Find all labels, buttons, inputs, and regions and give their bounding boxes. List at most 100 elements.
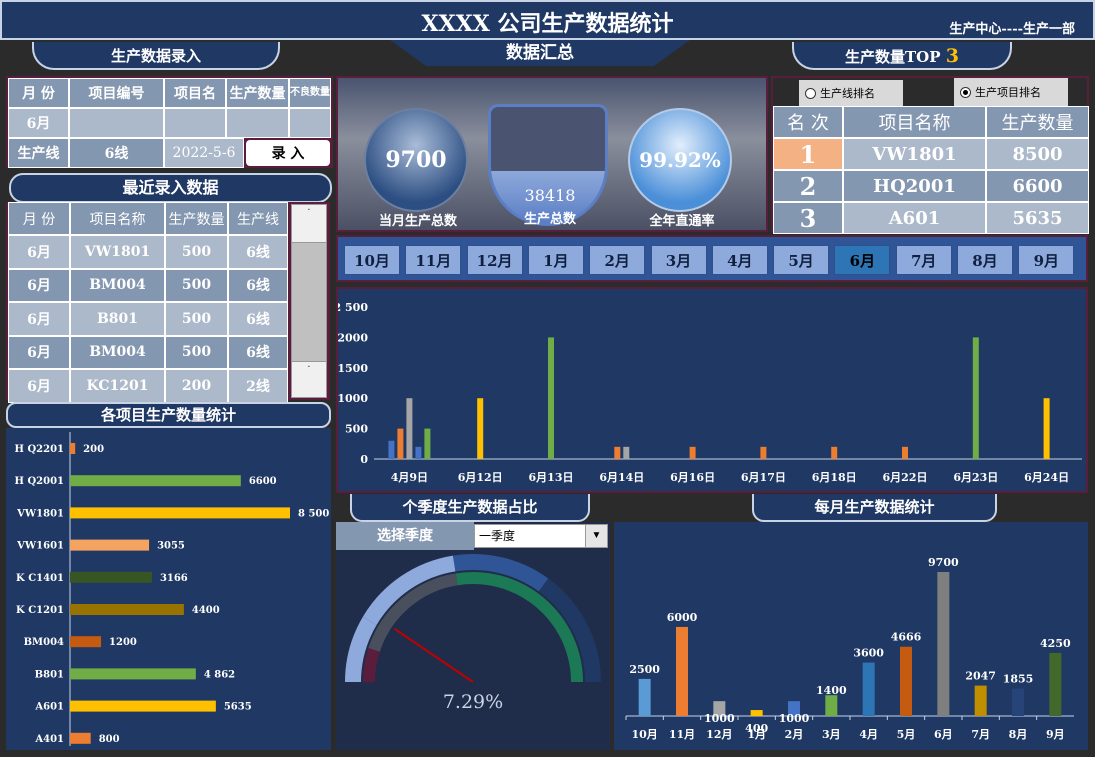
monthly-title: 每月生产数据统计 (752, 494, 997, 522)
category-label: VW1801 (16, 508, 64, 519)
y-tick-label: 500 (345, 423, 368, 436)
scroll-up-button[interactable]: · (292, 205, 326, 243)
x-tick-label: 6月18日 (812, 471, 857, 484)
entry-header-code: 项目编号 (69, 78, 164, 108)
recent-cell: KC1201 (70, 369, 165, 403)
value-label: 1200 (109, 637, 137, 648)
category-label: H Q2201 (15, 444, 64, 455)
value-label: 1855 (1003, 672, 1034, 685)
daily-bar (1043, 398, 1050, 459)
value-label: 800 (99, 734, 120, 745)
project-bar (70, 732, 91, 744)
project-bar-chart: H Q2201 200 H Q2001 6600 VW1801 8 500 VW1601 30… (15, 432, 329, 746)
top-header-name: 项目名称 (843, 106, 986, 138)
monthly-bar-chart: 250010月600011月100012月 4001月10002月14003月36… (625, 556, 1074, 741)
category-label: K C1401 (16, 573, 64, 584)
quarter-select-value: 一季度 (479, 529, 516, 543)
daily-bar (415, 446, 422, 459)
month-button-5[interactable]: 2月 (589, 245, 646, 275)
radio-dot-project[interactable] (960, 86, 971, 98)
month-button-10[interactable]: 7月 (895, 245, 952, 275)
daily-bar (424, 428, 431, 459)
tab-top3[interactable]: 生产数量TOP 3 (792, 42, 1012, 70)
radio-line-ranking[interactable]: 生产线排名 (799, 80, 903, 106)
recent-cell: 6线 (228, 235, 288, 269)
month-button-6[interactable]: 3月 (650, 245, 707, 275)
month-button-7[interactable]: 4月 (711, 245, 768, 275)
value-label: 3600 (853, 647, 884, 660)
entry-header-qty: 生产数量 (226, 78, 289, 108)
monthly-total-label: 当月生产总数 (378, 214, 457, 229)
daily-bar (388, 440, 395, 459)
entry-qty-field[interactable] (226, 108, 289, 138)
quarter-select[interactable]: 一季度 ▼ (474, 524, 608, 548)
top-cell: 5635 (986, 202, 1089, 234)
month-button-3[interactable]: 12月 (466, 245, 523, 275)
project-bar (70, 636, 102, 648)
recent-scrollbar[interactable]: · · (291, 204, 327, 398)
x-tick-label: 6月12日 (458, 471, 503, 484)
monthly-bar (638, 678, 651, 716)
entry-header-month: 月 份 (8, 78, 69, 108)
x-tick-label: 4月 (859, 728, 878, 741)
daily-bar (397, 428, 404, 459)
category-label: B801 (35, 669, 64, 680)
x-tick-label: 6月17日 (741, 471, 786, 484)
tab-summary[interactable]: 数据汇总 (390, 40, 690, 66)
recent-title-box: 最近录入数据 (9, 173, 332, 203)
daily-bar (972, 337, 979, 459)
value-label: 4666 (891, 631, 922, 644)
entry-defect-field[interactable] (289, 108, 331, 138)
month-button-2[interactable]: 11月 (405, 245, 462, 275)
monthly-bar (1049, 652, 1062, 716)
quarter-title: 个季度生产数据占比 (350, 494, 590, 522)
recent-header-line: 生产线 (228, 202, 288, 235)
daily-bar (477, 398, 484, 459)
radio-dot-line[interactable] (805, 87, 816, 99)
daily-bar (406, 398, 413, 459)
entry-header-name: 项目名 (164, 78, 226, 108)
x-tick-label: 6月22日 (883, 471, 928, 484)
month-button-8[interactable]: 5月 (773, 245, 830, 275)
recent-cell: 500 (165, 302, 228, 336)
top-header-qty: 生产数量 (986, 106, 1089, 138)
month-button-4[interactable]: 1月 (527, 245, 584, 275)
chevron-down-icon[interactable]: ▼ (585, 525, 607, 547)
radio-project-ranking[interactable]: 生产项目排名 (954, 78, 1068, 106)
value-label: 4400 (192, 605, 220, 616)
quarter-panel: 选择季度 一季度 ▼ 7.29% (336, 522, 610, 750)
category-label: A601 (34, 702, 64, 713)
month-button-1[interactable]: 10月 (344, 245, 400, 275)
y-tick-label: 2000 (338, 331, 368, 344)
quarter-gauge: 7.29% (345, 554, 601, 713)
month-button-12[interactable]: 9月 (1018, 245, 1075, 275)
entry-name-field[interactable] (164, 108, 226, 138)
month-button-11[interactable]: 8月 (957, 245, 1013, 275)
total-value: 38418 (524, 186, 576, 205)
recent-cell: BM004 (70, 335, 165, 369)
tab-data-entry[interactable]: 生产数据录入 (32, 42, 280, 70)
entry-line-field[interactable]: 6线 (69, 138, 164, 168)
scroll-down-button[interactable]: · (292, 361, 326, 397)
page-title: XXXX 公司生产数据统计 (421, 11, 674, 37)
total-label: 生产总数 (523, 212, 576, 227)
y-tick-label: 0 (360, 453, 368, 466)
value-label: 4 862 (204, 669, 235, 680)
entry-date-field[interactable]: 2022-5-6 (164, 138, 244, 168)
project-bar (70, 668, 196, 680)
value-label: 1000 (779, 712, 810, 725)
daily-bar (623, 446, 630, 459)
value-label: 9700 (928, 556, 959, 569)
entry-month-field[interactable]: 6月 (8, 108, 69, 138)
value-label: 2500 (629, 663, 660, 676)
entry-code-field[interactable] (69, 108, 164, 138)
scroll-thumb[interactable] (292, 243, 326, 361)
x-tick-label: 11月 (669, 728, 695, 741)
category-label: A401 (34, 734, 64, 745)
daily-bar (902, 446, 908, 459)
submit-button[interactable]: 录 入 (246, 140, 330, 166)
month-button-9[interactable]: 6月 (834, 245, 891, 275)
monthly-bar (974, 685, 987, 716)
recent-header-name: 项目名称 (70, 202, 165, 235)
recent-table: 月 份 项目名称 生产数量 生产线 6月 VW1801 500 6线 6月 BM004 50… (6, 202, 330, 403)
